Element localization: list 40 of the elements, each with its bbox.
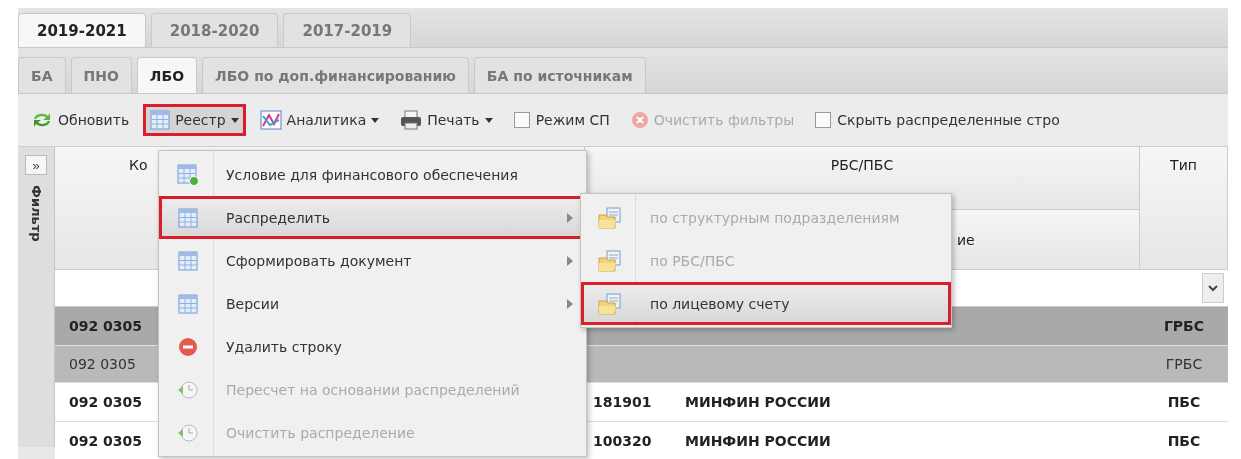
printer-icon	[400, 110, 423, 130]
checkbox[interactable]	[815, 112, 832, 128]
checkbox-option[interactable]: Режим СП	[506, 106, 617, 134]
folder-icon	[598, 292, 622, 315]
submenu-arrow-icon	[567, 298, 573, 309]
table-add-icon	[177, 163, 199, 186]
column-header[interactable]: Тип	[1140, 147, 1228, 270]
menu-button[interactable]: Реестр	[143, 104, 246, 136]
table-cell: ГРБС	[1140, 307, 1228, 346]
caret-icon	[230, 117, 239, 123]
checkbox-option[interactable]: Скрыть распределенные стро	[808, 106, 1067, 134]
section-tab[interactable]: ЛБО	[136, 57, 198, 93]
chevron-icon	[1208, 284, 1218, 292]
dropdown-button[interactable]	[1202, 273, 1224, 303]
checkbox-label: Режим СП	[535, 112, 610, 128]
clear-icon	[630, 111, 649, 129]
folder-icon	[598, 249, 622, 272]
submenu-arrow-icon	[567, 255, 573, 266]
chart-icon	[259, 110, 282, 130]
caret-icon	[371, 117, 380, 123]
caret-icon	[484, 117, 493, 123]
table-icon	[178, 293, 198, 314]
menu-item[interactable]: по лицевому счету	[581, 282, 951, 325]
table-icon	[178, 250, 198, 271]
menu-button[interactable]: Печать	[393, 104, 500, 136]
folder-icon	[598, 206, 622, 229]
table-cell: ГРБС	[1140, 346, 1228, 383]
delete-icon	[178, 336, 198, 357]
refresh-icon	[31, 111, 53, 129]
table-icon	[150, 110, 171, 130]
menu-item[interactable]: Условие для финансового обеспечения	[159, 153, 586, 196]
submenu-arrow-icon	[567, 212, 573, 223]
year-tab[interactable]: 2019-2021	[18, 13, 146, 47]
filter-label: Фильтр	[28, 185, 44, 242]
table-icon	[178, 207, 198, 228]
checkbox-label: Скрыть распределенные стро	[837, 112, 1060, 128]
menu-button[interactable]: Аналитика	[252, 104, 387, 136]
checkbox[interactable]	[513, 112, 530, 128]
toolbar-button[interactable]: Обновить	[24, 105, 137, 135]
expand-button[interactable]: »	[25, 155, 47, 175]
